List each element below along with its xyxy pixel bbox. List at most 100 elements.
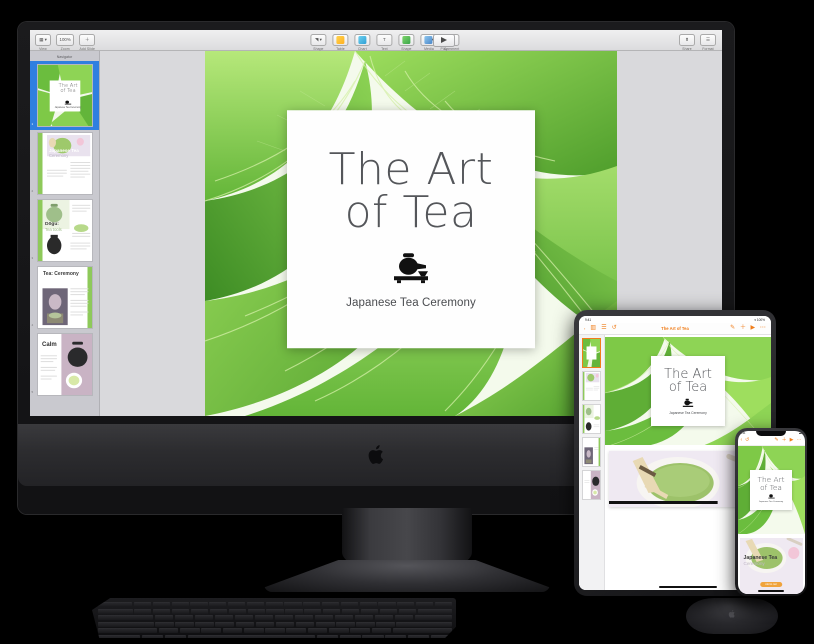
paintbrush-icon[interactable]: ✎	[774, 438, 778, 443]
title-card[interactable]: The Art of Tea Japanese Tea Ceremony	[287, 109, 535, 348]
toolbar-item-shape[interactable]: ◥ ▾ Shape	[310, 34, 327, 51]
battery-icon: ▬	[799, 432, 802, 435]
scene-root: ▦ ▾ View 100% Zoom ＋ Add Slide ◥ ▾ Shape…	[0, 0, 814, 644]
iphone-screen: 9:41 ▬ ‹ ↺ ✎ ＋ ▶ ⋯ The Art of Tea Japane…	[737, 430, 805, 594]
back-chevron-icon[interactable]: ‹	[741, 438, 743, 443]
chart-icon[interactable]	[354, 34, 371, 46]
navigator-slide-1[interactable]: 1 The Art of Tea Japanese Tea Ceremony	[30, 61, 99, 130]
iphone-body[interactable]: The Art of Tea Japanese Tea Ceremony Jap…	[737, 445, 805, 594]
apple-logo-icon	[368, 445, 383, 464]
key-row	[98, 634, 453, 638]
plus-icon[interactable]: ＋	[79, 34, 96, 46]
toolbar-item-share[interactable]: ⬆ Share	[679, 34, 695, 51]
play-icon[interactable]: ▶	[751, 325, 756, 331]
plus-icon[interactable]: ＋	[740, 325, 746, 331]
iphone-current-slide[interactable]: The Art of Tea Japanese Tea Ceremony	[737, 445, 805, 534]
back-chevron-icon[interactable]: ‹	[584, 326, 585, 331]
iphone-next-slide[interactable]: Japanese Tea Ceremony Add to cart	[739, 537, 803, 594]
text-icon[interactable]: T	[376, 34, 393, 46]
home-indicator	[659, 586, 717, 588]
toolbar-item-text[interactable]: T Text	[376, 34, 393, 51]
thumb-matcha-art	[583, 372, 600, 400]
ipad-slide-thumb-2[interactable]	[582, 371, 601, 401]
zoom-value[interactable]: 100%	[56, 34, 75, 46]
thumb-ceremony-art	[583, 438, 600, 466]
status-time: 9:41	[585, 317, 592, 322]
teapot-icon	[767, 494, 775, 499]
home-indicator	[758, 590, 784, 592]
square-icon[interactable]	[398, 34, 415, 46]
format-icon[interactable]: ☰	[700, 34, 716, 46]
ipad-slide-thumb-3[interactable]	[582, 404, 601, 434]
slide-number: 2	[31, 189, 34, 193]
keyboard-keys	[98, 602, 453, 638]
current-slide[interactable]: The Art of Tea Japanese Tea Ceremony	[205, 51, 617, 416]
navigator-label: Navigator	[56, 55, 73, 59]
keynote-toolbar: ▦ ▾ View 100% Zoom ＋ Add Slide ◥ ▾ Shape…	[30, 30, 722, 51]
ipad-slide-thumb-1[interactable]	[582, 338, 601, 368]
plus-icon[interactable]: ＋	[782, 438, 787, 443]
toolbar-item-view[interactable]: ▦ ▾ View	[35, 34, 51, 51]
key-row	[98, 621, 452, 627]
undo-icon[interactable]: ↺	[612, 325, 617, 331]
thumb-title: Tea: Ceremony	[43, 271, 79, 277]
ipad-slide-navigator[interactable]	[579, 335, 605, 590]
ellipsis-icon[interactable]: ⋯	[760, 325, 766, 331]
slide-number: 5	[31, 390, 34, 394]
sidebar-icon[interactable]: ▥	[590, 325, 596, 331]
teapot-icon	[388, 251, 434, 288]
iphone: 9:41 ▬ ‹ ↺ ✎ ＋ ▶ ⋯ The Art of Tea Japane…	[735, 428, 807, 596]
slide-subtitle: Japanese Tea Ceremony	[346, 297, 476, 310]
ipad-title-card[interactable]: The Art of Tea Japanese Tea Ceremony	[651, 356, 725, 426]
toolbar-item-add-slide[interactable]: ＋ Add Slide	[79, 34, 96, 51]
toolbar-item-play[interactable]: Play	[433, 33, 455, 51]
navigator-slide-3[interactable]: 3 Dōgu: Tea tools	[30, 197, 99, 264]
play-icon[interactable]	[433, 33, 455, 47]
ipad-title-line1: The Art	[664, 366, 712, 382]
toolbar-item-format[interactable]: ☰ Format	[700, 34, 716, 51]
magic-keyboard[interactable]	[92, 598, 456, 638]
iphone-title-line2: of Tea	[760, 482, 782, 492]
iphone-slide2-title: Japanese Tea	[743, 554, 778, 561]
play-glyph	[440, 37, 447, 43]
paintbrush-icon[interactable]: ✎	[730, 325, 735, 331]
key-row	[98, 615, 452, 621]
iphone-title-card[interactable]: The Art of Tea Japanese Tea Ceremony	[750, 469, 792, 510]
status-time: 9:41	[740, 432, 746, 435]
slide-thumbnail[interactable]: Calm	[37, 333, 93, 396]
slide-title-line2: of Tea	[344, 187, 478, 239]
toolbar-item-square[interactable]: Shape	[398, 34, 415, 51]
ipad-toolbar-right: ✎ ＋ ▶ ⋯	[730, 325, 766, 331]
ipad-toolbar: ‹ ▥ ☰ ↺ The Art of Tea ✎ ＋ ▶ ⋯	[579, 323, 771, 335]
shape-icon[interactable]: ◥ ▾	[310, 34, 327, 46]
slide-thumbnail[interactable]: Tea: Ceremony	[37, 266, 93, 329]
iphone-toolbar-right: ✎ ＋ ▶ ⋯	[774, 438, 801, 443]
key-row	[98, 608, 453, 614]
undo-icon[interactable]: ↺	[745, 438, 749, 443]
table-icon[interactable]	[332, 34, 349, 46]
iphone-badge[interactable]: Add to cart	[760, 581, 782, 587]
status-right: ▾ 100%	[754, 318, 765, 322]
ipad-slide-thumb-4[interactable]	[582, 437, 601, 467]
thumb-leaf-art	[583, 339, 600, 367]
view-icon[interactable]: ▦ ▾	[35, 34, 51, 46]
share-icon[interactable]: ⬆	[679, 34, 695, 46]
navigator-slide-2[interactable]: 2 Japanese Tea Ceremony	[30, 130, 99, 197]
slide-navigator[interactable]: Navigator 1 The Art of Tea Japanese Tea …	[30, 51, 100, 416]
ellipsis-icon[interactable]: ⋯	[797, 438, 802, 443]
ipad-slide-thumb-5[interactable]	[582, 470, 601, 500]
teapot-icon	[682, 398, 694, 407]
iphone-subtitle: Japanese Tea Ceremony	[758, 500, 784, 503]
toolbar-item-table[interactable]: Table	[332, 34, 349, 51]
navigator-slide-5[interactable]: 5 Calm	[30, 331, 99, 398]
slide-thumbnail[interactable]: The Art of Tea Japanese Tea Ceremony	[37, 64, 93, 127]
thumb-subtitle: Ceremony	[49, 153, 69, 158]
slide-thumbnail[interactable]: Japanese Tea Ceremony	[37, 132, 93, 195]
magic-mouse[interactable]	[686, 598, 778, 634]
play-icon[interactable]: ▶	[790, 438, 794, 443]
list-icon[interactable]: ☰	[601, 325, 607, 331]
slide-thumbnail[interactable]: Dōgu: Tea tools	[37, 199, 93, 262]
toolbar-item-chart[interactable]: Chart	[354, 34, 371, 51]
navigator-slide-4[interactable]: 4 Tea: Ceremony	[30, 264, 99, 331]
toolbar-item-zoom[interactable]: 100% Zoom	[56, 34, 75, 51]
